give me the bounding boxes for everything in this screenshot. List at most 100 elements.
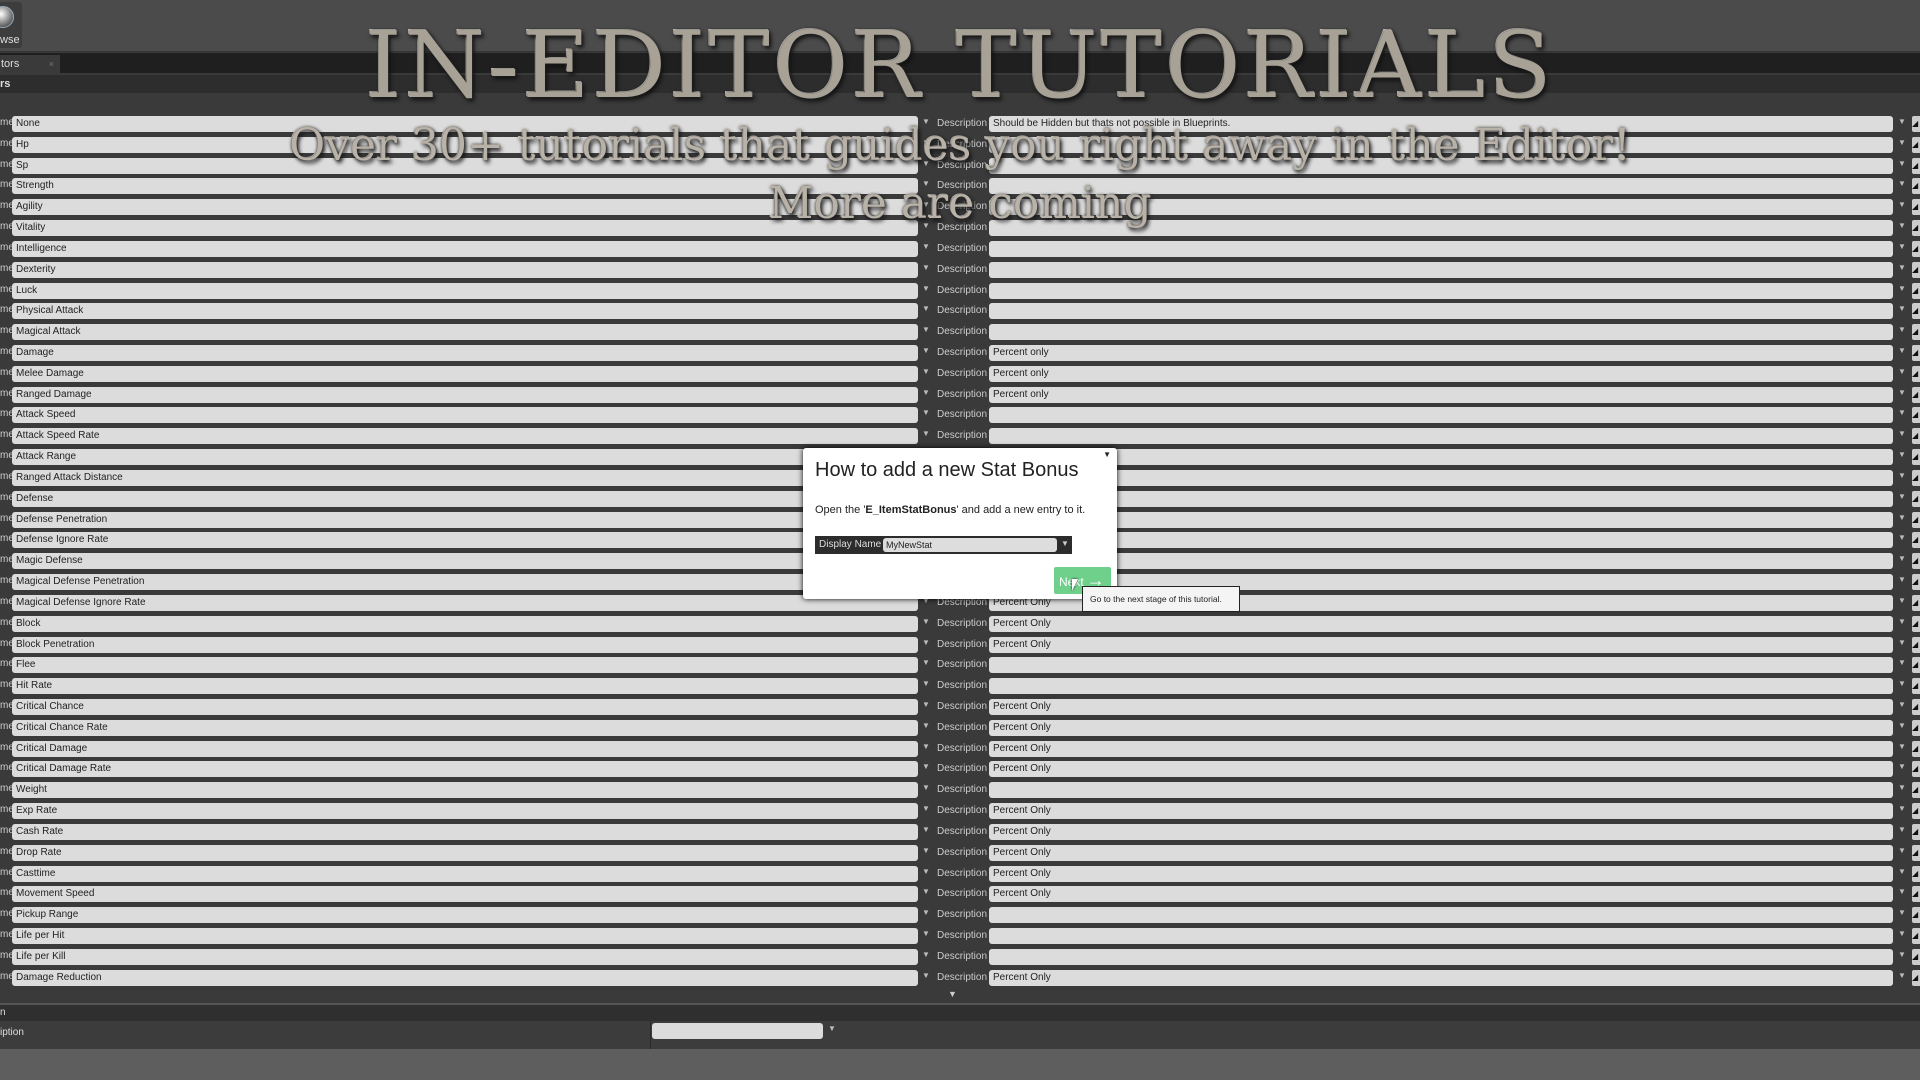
chevron-down-icon[interactable]: ▼ xyxy=(1898,221,1906,230)
chevron-down-icon[interactable]: ▼ xyxy=(922,867,930,876)
expand-button[interactable]: ◢ xyxy=(1912,927,1920,944)
name-input[interactable]: Vitality xyxy=(12,220,918,237)
chevron-down-icon[interactable]: ▼ xyxy=(922,908,930,917)
scroll-down-icon[interactable]: ▼ xyxy=(948,989,957,999)
expand-button[interactable]: ◢ xyxy=(1912,657,1920,674)
name-input[interactable]: Weight xyxy=(12,782,918,799)
chevron-down-icon[interactable]: ▼ xyxy=(1898,346,1906,355)
chevron-down-icon[interactable]: ▼ xyxy=(922,284,930,293)
description-input[interactable]: Percent Only xyxy=(989,823,1893,840)
chevron-down-icon[interactable]: ▼ xyxy=(922,804,930,813)
chevron-down-icon[interactable]: ▼ xyxy=(922,929,930,938)
name-input[interactable]: Damage Reduction xyxy=(12,969,918,986)
name-input[interactable]: Defense xyxy=(12,490,918,507)
chevron-down-icon[interactable]: ▼ xyxy=(922,325,930,334)
description-input[interactable]: Percent Only xyxy=(989,740,1893,757)
description-input[interactable] xyxy=(989,511,1893,528)
expand-button[interactable]: ◢ xyxy=(1912,969,1920,986)
name-input[interactable]: Sp xyxy=(12,157,918,174)
expand-button[interactable]: ◢ xyxy=(1912,449,1920,466)
name-input[interactable]: Hit Rate xyxy=(12,678,918,695)
expand-button[interactable]: ◢ xyxy=(1912,907,1920,924)
description-input[interactable] xyxy=(989,907,1893,924)
chevron-down-icon[interactable]: ▼ xyxy=(922,679,930,688)
expand-button[interactable]: ◢ xyxy=(1912,282,1920,299)
chevron-down-icon[interactable]: ▼ xyxy=(922,221,930,230)
name-input[interactable]: Block xyxy=(12,615,918,632)
chevron-down-icon[interactable]: ▼ xyxy=(1898,388,1906,397)
name-input[interactable]: Drop Rate xyxy=(12,844,918,861)
name-input[interactable]: Cash Rate xyxy=(12,823,918,840)
chevron-down-icon[interactable]: ▼ xyxy=(922,138,930,147)
chevron-down-icon[interactable]: ▼ xyxy=(1898,929,1906,938)
chevron-down-icon[interactable]: ▼ xyxy=(922,367,930,376)
expand-button[interactable]: ◢ xyxy=(1912,844,1920,861)
expand-button[interactable]: ◢ xyxy=(1912,157,1920,174)
chevron-down-icon[interactable]: ▼ xyxy=(1898,304,1906,313)
expand-button[interactable]: ◢ xyxy=(1912,178,1920,195)
chevron-down-icon[interactable]: ▼ xyxy=(922,617,930,626)
expand-button[interactable]: ◢ xyxy=(1912,678,1920,695)
expand-button[interactable]: ◢ xyxy=(1912,740,1920,757)
chevron-down-icon[interactable]: ▼ xyxy=(1898,513,1906,522)
expand-button[interactable]: ◢ xyxy=(1912,240,1920,257)
description-input[interactable] xyxy=(989,657,1893,674)
chevron-down-icon[interactable]: ▼ xyxy=(922,700,930,709)
description-input[interactable]: Percent Only xyxy=(989,698,1893,715)
description-input[interactable] xyxy=(989,449,1893,466)
chevron-down-icon[interactable]: ▼ xyxy=(1898,887,1906,896)
name-input[interactable]: Intelligence xyxy=(12,240,918,257)
description-input[interactable]: Percent Only xyxy=(989,969,1893,986)
description-input[interactable] xyxy=(989,136,1893,153)
chevron-down-icon[interactable]: ▼ xyxy=(922,887,930,896)
name-input[interactable]: Melee Damage xyxy=(12,365,918,382)
name-input[interactable]: Ranged Attack Distance xyxy=(12,469,918,486)
chevron-down-icon[interactable]: ▼ xyxy=(1898,159,1906,168)
description-input[interactable] xyxy=(989,428,1893,445)
expand-button[interactable]: ◢ xyxy=(1912,511,1920,528)
description-input[interactable]: Percent Only xyxy=(989,761,1893,778)
expand-button[interactable]: ◢ xyxy=(1912,365,1920,382)
expand-button[interactable]: ◢ xyxy=(1912,469,1920,486)
name-input[interactable]: Attack Range xyxy=(12,449,918,466)
chevron-down-icon[interactable]: ▼ xyxy=(1898,804,1906,813)
chevron-down-icon[interactable]: ▼ xyxy=(1898,575,1906,584)
description-input[interactable] xyxy=(989,553,1893,570)
name-input[interactable]: Luck xyxy=(12,282,918,299)
description-input[interactable] xyxy=(989,782,1893,799)
chevron-down-icon[interactable]: ▼ xyxy=(922,429,930,438)
name-input[interactable]: Critical Damage xyxy=(12,740,918,757)
chevron-down-icon[interactable]: ▼ xyxy=(1898,950,1906,959)
browse-button[interactable]: wse xyxy=(0,2,22,48)
chevron-down-icon[interactable]: ▼ xyxy=(922,242,930,251)
description-input[interactable] xyxy=(989,303,1893,320)
description-input[interactable] xyxy=(989,157,1893,174)
chevron-down-icon[interactable]: ▼ xyxy=(922,263,930,272)
name-input[interactable]: Magical Attack xyxy=(12,324,918,341)
expand-button[interactable]: ◢ xyxy=(1912,220,1920,237)
name-input[interactable]: Agility xyxy=(12,199,918,216)
description-input[interactable]: Percent only xyxy=(989,386,1893,403)
description-input[interactable] xyxy=(989,178,1893,195)
chevron-down-icon[interactable]: ▼ xyxy=(1898,638,1906,647)
expand-button[interactable]: ◢ xyxy=(1912,698,1920,715)
description-input[interactable]: Percent Only xyxy=(989,636,1893,653)
expand-button[interactable]: ◢ xyxy=(1912,199,1920,216)
description-input[interactable] xyxy=(989,469,1893,486)
chevron-down-icon[interactable]: ▼ xyxy=(1898,825,1906,834)
chevron-down-icon[interactable]: ▼ xyxy=(922,200,930,209)
description-input[interactable]: Percent Only xyxy=(989,865,1893,882)
chevron-down-icon[interactable]: ▼ xyxy=(1898,263,1906,272)
chevron-down-icon[interactable]: ▼ xyxy=(1898,554,1906,563)
name-input[interactable]: Critical Damage Rate xyxy=(12,761,918,778)
expand-button[interactable]: ◢ xyxy=(1912,345,1920,362)
expand-button[interactable]: ◢ xyxy=(1912,886,1920,903)
name-input[interactable]: Block Penetration xyxy=(12,636,918,653)
chevron-down-icon[interactable]: ▼ xyxy=(1898,783,1906,792)
expand-button[interactable]: ◢ xyxy=(1912,303,1920,320)
name-input[interactable]: Damage xyxy=(12,345,918,362)
name-input[interactable]: Life per Kill xyxy=(12,948,918,965)
expand-button[interactable]: ◢ xyxy=(1912,136,1920,153)
description-input[interactable] xyxy=(989,199,1893,216)
chevron-down-icon[interactable]: ▼ xyxy=(922,304,930,313)
